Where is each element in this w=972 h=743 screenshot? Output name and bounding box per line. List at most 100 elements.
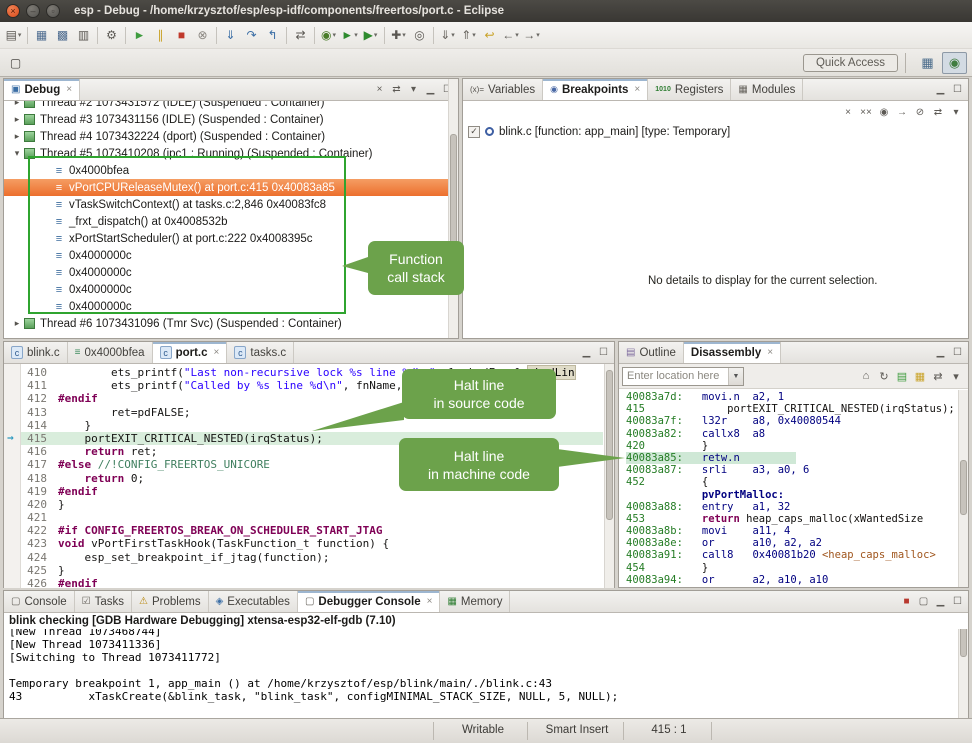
editor-tab-0x4000bfea[interactable]: ≡0x4000bfea (68, 342, 153, 363)
disassembly-line[interactable]: 452 { (626, 476, 968, 488)
disassembly-line[interactable]: 40083a91: call8 0x40081b20 <heap_caps_ma… (626, 549, 968, 561)
last-edit-location-icon[interactable]: ↩ (479, 25, 500, 46)
tree-expander-icon[interactable]: ▸ (10, 131, 24, 142)
breakpoints-list[interactable]: ✓blink.c [function: app_main] [type: Tem… (463, 123, 968, 140)
view-menu-icon[interactable]: ▾ (405, 81, 422, 99)
display-selected-console-icon[interactable]: ▢ (915, 593, 932, 611)
view-tab-variables[interactable]: (x)=Variables (463, 79, 543, 100)
location-input[interactable]: Enter location here (623, 370, 728, 382)
disassembly-listing[interactable]: 40083a7d: movi.n a2, 1415 portEXIT_CRITI… (619, 389, 968, 586)
run-icon[interactable]: ►▾ (339, 25, 360, 46)
editor-tab-tasks-c[interactable]: ctasks.c (227, 342, 294, 363)
quick-access-box[interactable]: Quick Access (803, 54, 898, 72)
save-icon[interactable]: ▦ (31, 25, 52, 46)
view-tab-breakpoints[interactable]: ◉Breakpoints× (543, 79, 648, 100)
minimize-icon[interactable]: ▁ (932, 593, 949, 611)
view-menu-icon[interactable]: ▾ (947, 367, 965, 386)
view-tab-problems[interactable]: ⚠Problems (132, 591, 209, 612)
disassembly-line[interactable]: 40083a94: or a2, a10, a10 (626, 574, 968, 586)
stack-frame-row[interactable]: ≡vTaskSwitchContext() at tasks.c:2,846 0… (4, 196, 458, 213)
debug-icon[interactable]: ◉▾ (318, 25, 339, 46)
tree-expander-icon[interactable]: ▾ (10, 148, 24, 159)
code-editor[interactable]: → 41041141241341441541641741841942042142… (4, 364, 614, 588)
vertical-scrollbar[interactable] (448, 79, 458, 338)
chevron-down-icon[interactable]: ▼ (728, 368, 743, 385)
maximize-icon[interactable]: ☐ (595, 344, 612, 362)
disassembly-line[interactable]: 40083a85: retw.n (626, 452, 796, 464)
disconnect-icon[interactable]: ⊗ (192, 25, 213, 46)
debug-tab-debug[interactable]: ▣Debug× (4, 79, 80, 100)
external-tools-icon[interactable]: ▶▾ (360, 25, 381, 46)
maximize-icon[interactable]: ☐ (949, 593, 966, 611)
search-icon[interactable]: ◎ (409, 25, 430, 46)
vertical-scrollbar[interactable] (604, 364, 614, 588)
suspend-icon[interactable]: ∥ (150, 25, 171, 46)
stack-frame-row[interactable]: ≡0x4000000c (4, 281, 458, 298)
view-tab-outline[interactable]: ▤Outline (619, 342, 684, 363)
new-type-icon[interactable]: ✚▾ (388, 25, 409, 46)
window-close-button[interactable]: × (6, 4, 20, 18)
close-icon[interactable]: × (634, 84, 640, 95)
refresh-icon[interactable]: ↻ (875, 367, 893, 386)
prev-annotation-icon[interactable]: ⇑▾ (458, 25, 479, 46)
skip-all-breakpoints-icon[interactable]: ⊘ (911, 103, 929, 121)
step-filters-icon[interactable]: ⇄ (388, 81, 405, 99)
back-icon[interactable]: ←▾ (500, 25, 521, 46)
view-tab-executables[interactable]: ◈Executables (209, 591, 298, 612)
debug-thread-row[interactable]: ▸Thread #3 1073431156 (IDLE) (Suspended … (4, 111, 458, 128)
minimize-icon[interactable]: ▁ (422, 81, 439, 99)
minimize-icon[interactable]: ▁ (578, 344, 595, 362)
new-icon[interactable]: ▤▾ (3, 25, 24, 46)
perspective-cpp-icon[interactable]: ▦ (915, 52, 940, 74)
window-maximize-button[interactable]: ▫ (46, 4, 60, 18)
debug-thread-row[interactable]: ▸Thread #4 1073432224 (dport) (Suspended… (4, 128, 458, 145)
maximize-icon[interactable]: ☐ (949, 81, 966, 99)
go-to-file-for-breakpoint-icon[interactable]: → (893, 103, 911, 121)
tree-expander-icon[interactable]: ▸ (10, 101, 24, 108)
view-tab-debugger-console[interactable]: ▢Debugger Console× (298, 591, 441, 612)
disassembly-line[interactable]: 40083a88: entry a1, 32 (626, 501, 968, 513)
view-tab-tasks[interactable]: ☑Tasks (75, 591, 132, 612)
next-annotation-icon[interactable]: ⇓▾ (437, 25, 458, 46)
terminate-icon[interactable]: ■ (898, 593, 915, 611)
show-source-icon[interactable]: ▤ (893, 367, 911, 386)
disassembly-line[interactable]: pvPortMalloc: (626, 489, 968, 501)
stack-frame-row[interactable]: ≡0x4000bfea (4, 162, 458, 179)
terminate-icon[interactable]: ■ (171, 25, 192, 46)
forward-icon[interactable]: →▾ (521, 25, 542, 46)
breakpoint-item[interactable]: ✓blink.c [function: app_main] [type: Tem… (463, 123, 968, 140)
scrollbar-thumb[interactable] (606, 370, 613, 520)
minimize-icon[interactable]: ▁ (932, 344, 949, 362)
stack-frame-row[interactable]: ≡xPortStartScheduler() at port.c:222 0x4… (4, 230, 458, 247)
remove-all-breakpoints-icon[interactable]: ×× (857, 103, 875, 121)
step-into-icon[interactable]: ⇓ (220, 25, 241, 46)
disassembly-line[interactable]: 454 } (626, 562, 968, 574)
view-tab-registers[interactable]: 1010Registers (648, 79, 731, 100)
show-symbols-icon[interactable]: ▦ (911, 367, 929, 386)
disassembly-line[interactable]: 40083a7f: l32r a8, 0x40080544 (626, 415, 968, 427)
link-with-debug-view-icon[interactable]: ⇄ (929, 103, 947, 121)
link-with-active-debug-context-icon[interactable]: ⇄ (929, 367, 947, 386)
stack-frame-row[interactable]: ≡vPortCPUReleaseMutex() at port.c:415 0x… (4, 179, 458, 196)
stack-frame-row[interactable]: ≡_frxt_dispatch() at 0x4008532b (4, 213, 458, 230)
view-tab-console[interactable]: ▢Console (4, 591, 75, 612)
debugger-console-output[interactable]: blink checking [GDB Hardware Debugging] … (4, 613, 968, 718)
view-tab-modules[interactable]: ▦Modules (731, 79, 803, 100)
build-icon[interactable]: ⚙ (101, 25, 122, 46)
close-icon[interactable]: × (767, 347, 773, 358)
editor-tab-port-c[interactable]: cport.c× (153, 342, 228, 363)
close-icon[interactable]: × (214, 347, 220, 358)
maximize-icon[interactable]: ☐ (949, 344, 966, 362)
close-icon[interactable]: × (66, 84, 72, 95)
stack-frame-row[interactable]: ≡0x4000000c (4, 264, 458, 281)
scrollbar-thumb[interactable] (960, 460, 967, 515)
vertical-scrollbar[interactable] (958, 390, 968, 587)
stack-frame-row[interactable]: ≡0x4000000c (4, 298, 458, 315)
instruction-stepping-icon[interactable]: ⇄ (290, 25, 311, 46)
home-icon[interactable]: ⌂ (857, 367, 875, 386)
perspective-debug-icon[interactable]: ◉ (942, 52, 967, 74)
remove-selected-breakpoints-icon[interactable]: × (839, 103, 857, 121)
disassembly-line[interactable]: 40083a8e: or a10, a2, a2 (626, 537, 968, 549)
step-over-icon[interactable]: ↷ (241, 25, 262, 46)
stack-frame-row[interactable]: ≡0x4000000c (4, 247, 458, 264)
